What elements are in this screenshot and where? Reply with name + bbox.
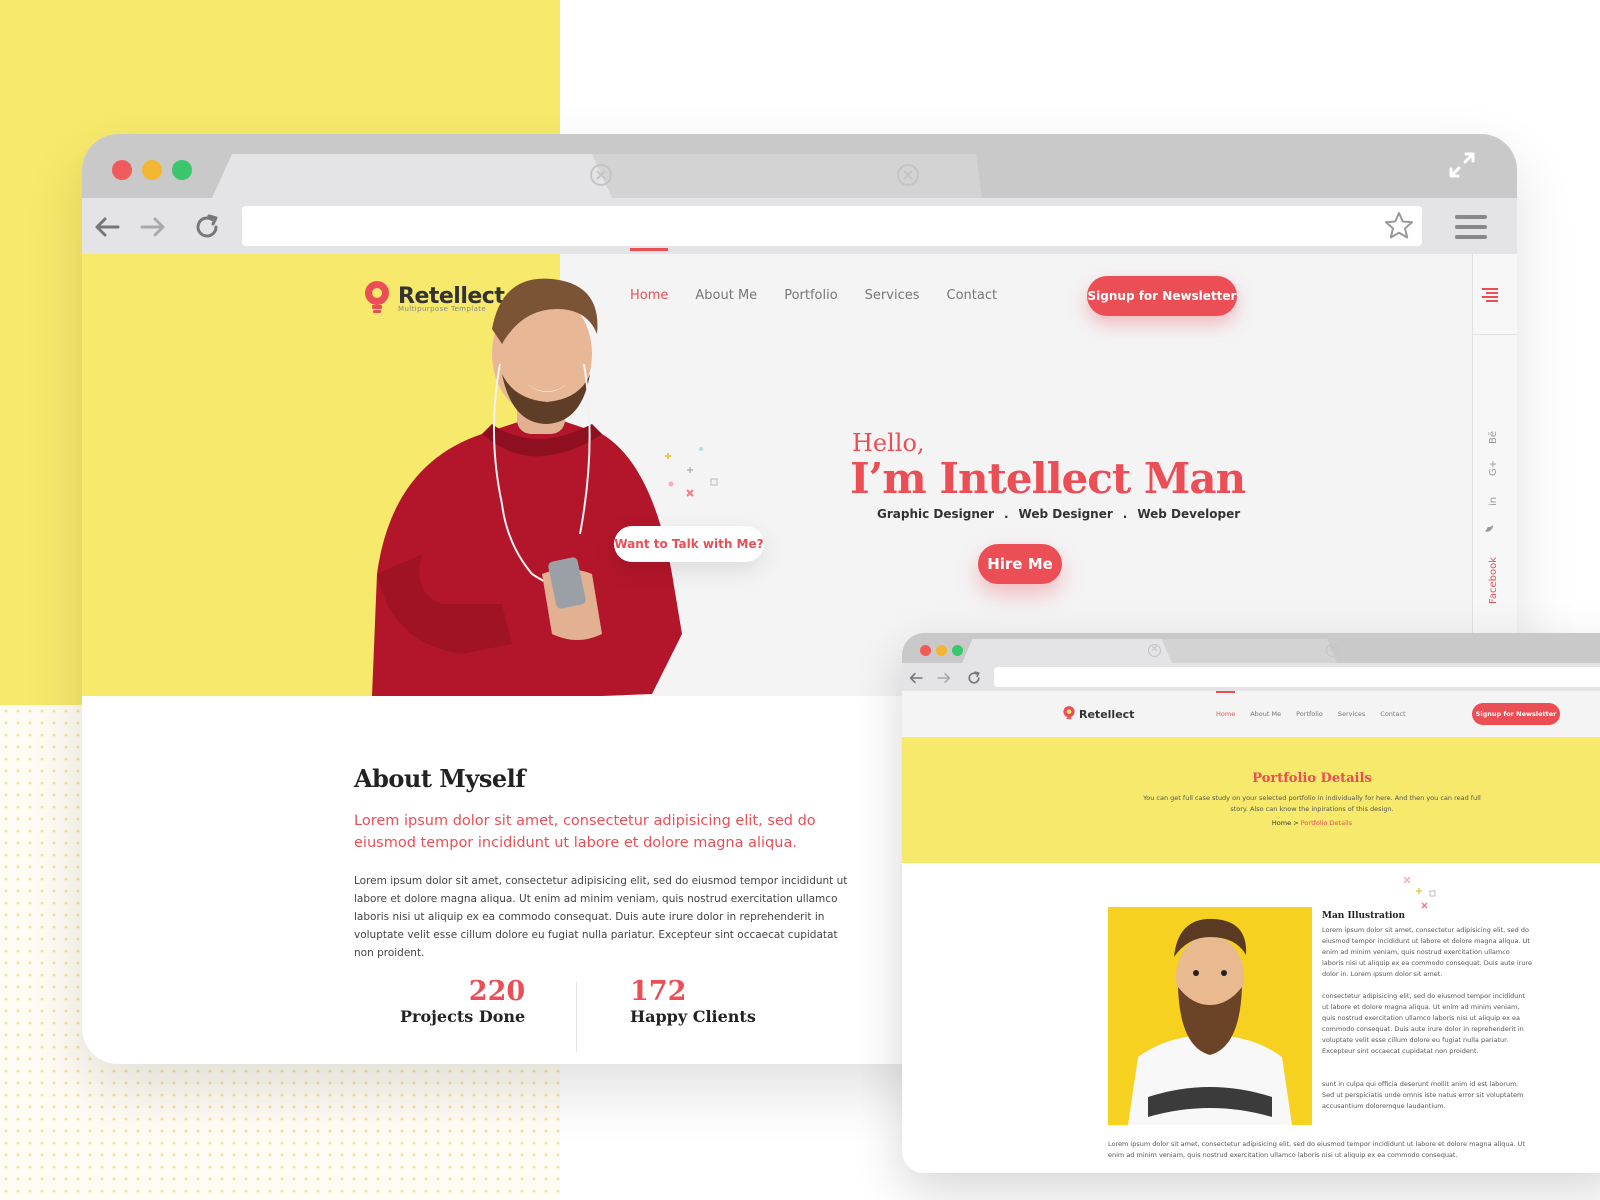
portfolio-page: Retellect Home About Me Portfolio Servic… [902, 691, 1600, 1173]
nav-about-me[interactable]: About Me [1250, 710, 1281, 718]
tab-bar: × × [902, 633, 1600, 663]
nav-about-me[interactable]: About Me [695, 288, 757, 303]
stat-divider [576, 982, 577, 1052]
close-tab-icon[interactable]: × [590, 164, 612, 186]
stat-label: Happy Clients [630, 1007, 756, 1026]
role-item: Web Developer [1137, 507, 1241, 521]
back-arrow-icon[interactable] [908, 670, 924, 686]
site-header: Retellect Home About Me Portfolio Servic… [902, 691, 1600, 737]
nav-services[interactable]: Services [1338, 710, 1365, 718]
banner-title: Portfolio Details [1252, 771, 1372, 786]
bookmark-star-icon[interactable] [1384, 211, 1414, 241]
window-controls [920, 645, 963, 656]
address-bar[interactable] [994, 667, 1600, 687]
breadcrumb: Home > Portfolio Details [902, 819, 1600, 827]
hero-section: Retellect Multipurpose Template Home Abo… [82, 248, 1517, 696]
forward-arrow-icon[interactable] [936, 670, 952, 686]
project-title: Man Illustration [1322, 911, 1405, 921]
about-lead: Lorem ipsum dolor sit amet, consectetur … [354, 813, 816, 851]
browser-tab-active[interactable] [962, 639, 1172, 663]
minimize-window-button[interactable] [936, 645, 947, 656]
decorative-sparkles [1403, 876, 1436, 909]
newsletter-signup-button[interactable]: Signup for Newsletter [1087, 276, 1237, 316]
reload-icon[interactable] [966, 670, 982, 686]
role-separator: . [1003, 507, 1009, 521]
close-window-button[interactable] [920, 645, 931, 656]
google-plus-icon[interactable]: G+ [1488, 460, 1499, 476]
facebook-link[interactable]: Facebook [1488, 557, 1499, 604]
site-logo[interactable]: Retellect [1062, 705, 1134, 723]
hero-roles: Graphic Designer. Web Designer. Web Develo… [877, 507, 1240, 521]
stat-projects: 220 Projects Done [400, 976, 525, 1026]
project-paragraph: sunt in culpa qui officia deserunt molli… [1322, 1080, 1524, 1110]
rail-divider [1472, 334, 1517, 335]
nav-portfolio[interactable]: Portfolio [1296, 710, 1323, 718]
main-nav: Home About Me Portfolio Services Contact [1216, 691, 1406, 718]
breadcrumb-separator: > [1293, 819, 1299, 827]
browser-tab[interactable] [1147, 639, 1337, 663]
behance-icon[interactable]: Bē [1488, 431, 1499, 444]
forward-arrow-icon[interactable] [138, 212, 168, 242]
close-window-button[interactable] [112, 160, 132, 180]
close-tab-icon[interactable]: × [1326, 644, 1339, 657]
logo-name: Retellect [1079, 707, 1135, 721]
stat-value: 220 [468, 976, 526, 1007]
bulb-logo-icon [1063, 706, 1075, 720]
twitter-icon[interactable] [1484, 524, 1494, 534]
close-tab-icon[interactable]: × [1148, 644, 1161, 657]
window-controls [112, 160, 192, 180]
nav-contact[interactable]: Contact [947, 288, 998, 303]
about-body: Lorem ipsum dolor sit amet, consectetur … [354, 875, 848, 959]
nav-portfolio[interactable]: Portfolio [784, 288, 837, 303]
browser-toolbar [902, 663, 1600, 691]
breadcrumb-home[interactable]: Home [1272, 819, 1291, 827]
bearded-man-illustration [1108, 907, 1312, 1125]
reload-icon[interactable] [192, 212, 222, 242]
newsletter-signup-button[interactable]: Signup for Newsletter [1472, 703, 1560, 725]
role-item: Graphic Designer [877, 507, 994, 521]
talk-with-me-button[interactable]: Want to Talk with Me? [614, 526, 764, 562]
back-arrow-icon[interactable] [92, 212, 122, 242]
address-bar[interactable] [242, 206, 1422, 246]
project-paragraph: consectetur adipisicing elit, sed do eiu… [1322, 992, 1526, 1055]
nav-home[interactable]: Home [630, 248, 669, 303]
stat-value: 172 [630, 976, 687, 1007]
nav-contact[interactable]: Contact [1380, 710, 1405, 718]
page-banner: Portfolio Details You can get full case … [902, 737, 1600, 863]
browser-toolbar [82, 198, 1517, 254]
minimize-window-button[interactable] [142, 160, 162, 180]
hero-headline: I’m Intellect Man [850, 454, 1246, 503]
hamburger-menu-icon[interactable] [1455, 214, 1487, 240]
hero-greeting: Hello, [852, 429, 925, 457]
side-menu-icon[interactable] [1482, 288, 1498, 302]
browser-tab[interactable] [562, 154, 902, 198]
hire-me-button[interactable]: Hire Me [978, 544, 1062, 584]
project-description: Lorem ipsum dolor sit amet, consectetur … [1108, 1140, 1525, 1159]
nav-home[interactable]: Home [1216, 691, 1236, 718]
stat-clients: 172 Happy Clients [630, 976, 756, 1026]
about-title: About Myself [354, 764, 526, 793]
nav-services[interactable]: Services [865, 288, 920, 303]
linkedin-icon[interactable]: in [1488, 497, 1499, 506]
fullscreen-icon[interactable] [1447, 150, 1477, 180]
browser-window-portfolio: × × Retellect Home About Me Portfolio Se… [902, 633, 1600, 1173]
maximize-window-button[interactable] [952, 645, 963, 656]
role-separator: . [1122, 507, 1128, 521]
role-item: Web Designer [1018, 507, 1113, 521]
maximize-window-button[interactable] [172, 160, 192, 180]
breadcrumb-current: Portfolio Details [1300, 819, 1353, 827]
banner-description: You can get full case study on your sele… [1143, 794, 1481, 813]
project-paragraph: Lorem ipsum dolor sit amet, consectetur … [1322, 926, 1532, 978]
stat-label: Projects Done [400, 1007, 526, 1026]
tab-bar: × × [82, 134, 1517, 198]
main-nav: Home About Me Portfolio Services Contact [630, 248, 998, 303]
decorative-sparkles [665, 447, 718, 497]
close-tab-icon[interactable]: × [897, 164, 919, 186]
browser-tab-active[interactable] [212, 154, 612, 198]
